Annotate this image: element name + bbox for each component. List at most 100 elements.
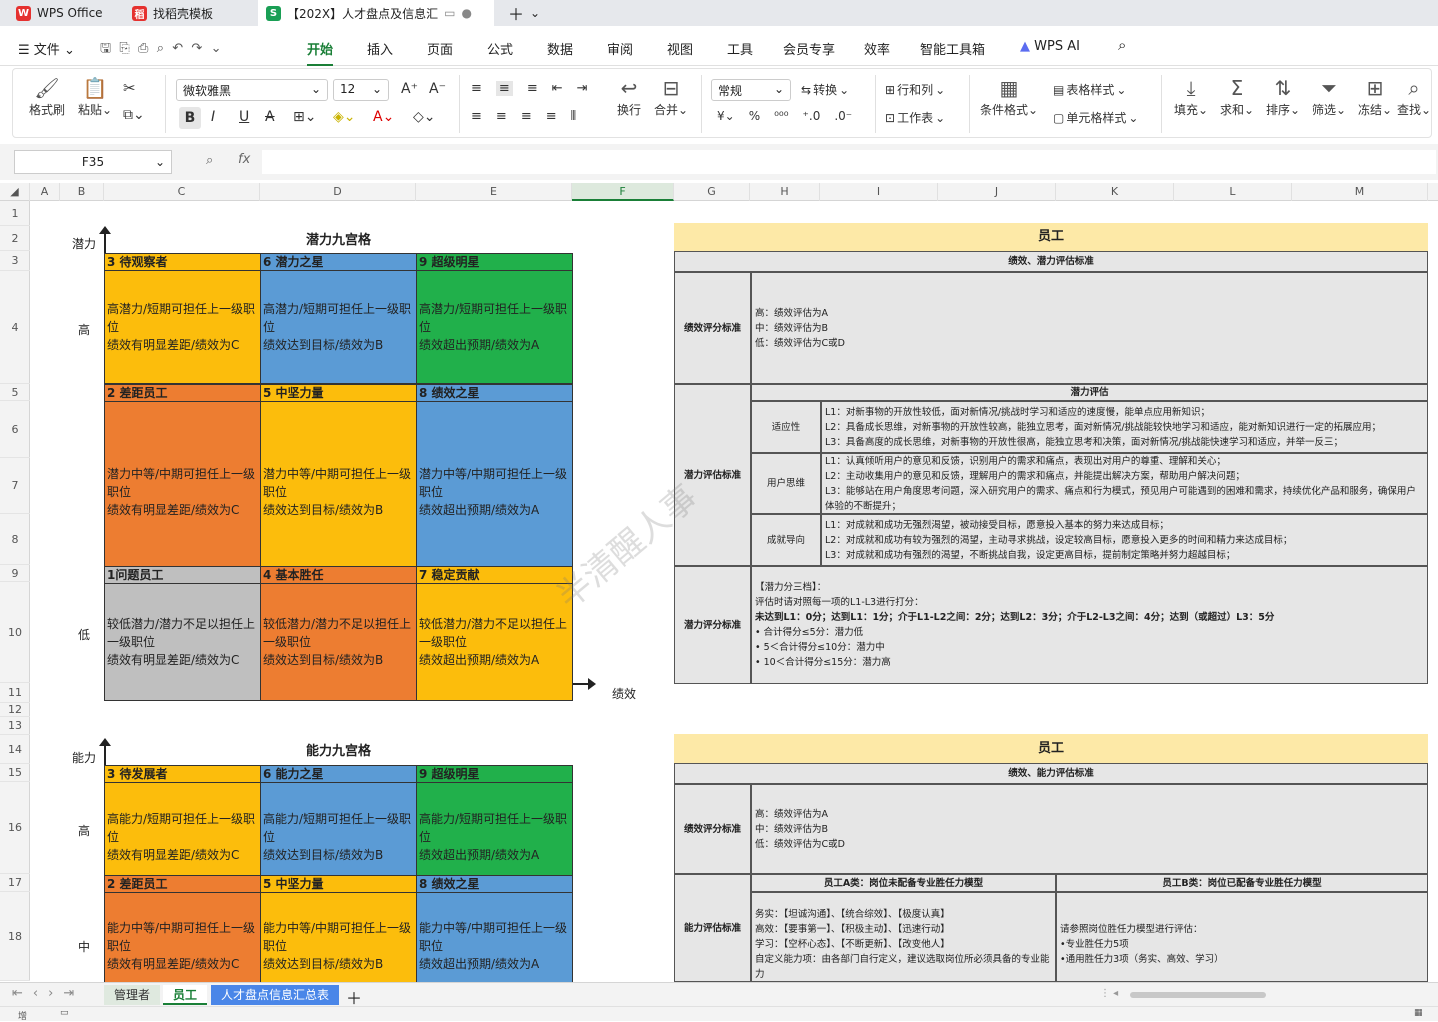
- increase-decimal-icon[interactable]: ⁺.0: [803, 109, 821, 123]
- sheet-tab-employees[interactable]: 员工: [163, 985, 208, 1005]
- zoom-icon[interactable]: ⌕: [206, 153, 213, 168]
- number-format-select[interactable]: 常规 ⌄: [711, 79, 791, 101]
- wrap-button[interactable]: ↩ 换行: [607, 75, 651, 118]
- clear-format-icon[interactable]: ◇⌄: [413, 109, 436, 125]
- row-header[interactable]: 10: [0, 582, 30, 683]
- row-header[interactable]: 16: [0, 782, 30, 874]
- sum-button[interactable]: Σ 求和⌄: [1215, 75, 1259, 118]
- italic-button[interactable]: I: [211, 109, 215, 125]
- currency-icon[interactable]: ¥⌄: [717, 109, 735, 123]
- align-center-icon[interactable]: ≡: [496, 109, 507, 124]
- menu-page[interactable]: 页面: [427, 39, 453, 58]
- conditional-format-button[interactable]: ▦ 条件格式⌄: [979, 75, 1039, 118]
- col-header-f[interactable]: F: [572, 183, 674, 201]
- chevron-down-icon[interactable]: ⌄: [211, 41, 222, 56]
- filter-button[interactable]: ⏷ 筛选⌄: [1307, 75, 1351, 118]
- row-header[interactable]: 5: [0, 384, 30, 401]
- row-header[interactable]: 9: [0, 565, 30, 582]
- row-header[interactable]: 17: [0, 874, 30, 892]
- col-header-h[interactable]: H: [750, 183, 820, 201]
- preview-icon[interactable]: ⌕: [157, 41, 164, 56]
- indent-increase-icon[interactable]: ⇥: [577, 81, 588, 96]
- percent-icon[interactable]: %: [749, 109, 760, 123]
- tab-spreadsheet[interactable]: S 【202X】人才盘点及信息汇 ▭ ●: [258, 0, 494, 26]
- layout-icon[interactable]: ▦: [1414, 1008, 1423, 1018]
- row-header[interactable]: 13: [0, 717, 30, 735]
- col-header-e[interactable]: E: [416, 183, 572, 201]
- fill-color-icon[interactable]: ◈⌄: [333, 109, 356, 125]
- menu-tools[interactable]: 工具: [727, 39, 753, 58]
- sort-button[interactable]: ⇅ 排序⌄: [1261, 75, 1305, 118]
- border-icon[interactable]: ⊞⌄: [293, 109, 316, 125]
- menu-formula[interactable]: 公式: [487, 39, 513, 58]
- format-painter-button[interactable]: 🖌 格式刷: [25, 75, 69, 118]
- col-header-i[interactable]: I: [820, 183, 938, 201]
- worksheet-button[interactable]: ⊡ 工作表 ⌄: [885, 109, 945, 126]
- prev-sheet-icon[interactable]: ‹: [33, 986, 48, 1001]
- align-left-icon[interactable]: ≡: [471, 109, 482, 124]
- menu-view[interactable]: 视图: [667, 39, 693, 58]
- row-header[interactable]: 8: [0, 514, 30, 565]
- fill-button[interactable]: ⤓ 填充⌄: [1169, 75, 1213, 118]
- font-size-select[interactable]: 12 ⌄: [333, 79, 389, 101]
- first-sheet-icon[interactable]: ⇤: [12, 986, 33, 1001]
- row-header[interactable]: 4: [0, 271, 30, 384]
- row-header[interactable]: 15: [0, 764, 30, 782]
- sheet-tab-managers[interactable]: 管理者: [104, 985, 161, 1005]
- align-bottom-icon[interactable]: ≡: [527, 81, 538, 96]
- col-header-c[interactable]: C: [104, 183, 260, 201]
- fx-icon[interactable]: fx: [238, 152, 250, 167]
- distribute-icon[interactable]: ⫴: [571, 109, 576, 124]
- row-header[interactable]: 7: [0, 458, 30, 514]
- cell-style-button[interactable]: ▢ 单元格样式 ⌄: [1053, 109, 1138, 126]
- convert-button[interactable]: ⇆ 转换 ⌄: [801, 81, 849, 98]
- menu-smart-toolbox[interactable]: 智能工具箱: [920, 39, 985, 58]
- col-header-b[interactable]: B: [60, 183, 104, 201]
- col-header-j[interactable]: J: [938, 183, 1056, 201]
- select-all-corner[interactable]: ◢: [0, 183, 30, 201]
- file-menu[interactable]: ☰ 文件 ⌄: [18, 39, 75, 58]
- col-header-k[interactable]: K: [1056, 183, 1174, 201]
- export-icon[interactable]: ⎘: [119, 41, 129, 56]
- row-header[interactable]: 12: [0, 703, 30, 717]
- justify-icon[interactable]: ≡: [546, 109, 557, 124]
- copy-icon[interactable]: ⧉⌄: [123, 107, 145, 123]
- hscroll-left-icon[interactable]: ⋮ ◂: [1100, 988, 1118, 999]
- redo-icon[interactable]: ↷: [191, 41, 202, 56]
- font-name-select[interactable]: 微软雅黑 ⌄: [176, 79, 328, 101]
- row-header[interactable]: 1: [0, 201, 30, 226]
- next-sheet-icon[interactable]: ›: [48, 986, 63, 1001]
- col-header-d[interactable]: D: [260, 183, 416, 201]
- row-header[interactable]: 14: [0, 735, 30, 764]
- menu-insert[interactable]: 插入: [367, 39, 393, 58]
- last-sheet-icon[interactable]: ⇥: [63, 986, 84, 1001]
- bold-button[interactable]: B: [179, 107, 201, 129]
- cut-icon[interactable]: ✂: [123, 79, 136, 97]
- print-icon[interactable]: ⎙: [138, 41, 148, 56]
- horizontal-scrollbar[interactable]: [1130, 992, 1266, 998]
- sheet-tab-summary[interactable]: 人才盘点信息汇总表: [211, 985, 340, 1005]
- save-icon[interactable]: 🖫: [100, 41, 111, 56]
- align-top-icon[interactable]: ≡: [471, 81, 482, 96]
- decrease-decimal-icon[interactable]: .0⁻: [834, 109, 852, 123]
- font-color-icon[interactable]: A⌄: [373, 109, 394, 125]
- increase-font-icon[interactable]: A⁺: [401, 81, 418, 97]
- row-header[interactable]: 2: [0, 226, 30, 251]
- menu-member[interactable]: 会员专享: [783, 39, 835, 58]
- search-icon[interactable]: ⌕: [1118, 36, 1126, 54]
- row-header[interactable]: 11: [0, 683, 30, 703]
- col-header-a[interactable]: A: [30, 183, 60, 201]
- name-box[interactable]: F35 ⌄: [14, 150, 172, 174]
- underline-button[interactable]: U: [239, 109, 249, 125]
- row-col-button[interactable]: ⊞ 行和列 ⌄: [885, 81, 945, 98]
- menu-wps-ai[interactable]: ▲ WPS AI: [1020, 39, 1080, 54]
- merge-button[interactable]: ⊟ 合并⌄: [649, 75, 693, 118]
- dot-icon[interactable]: ●: [461, 6, 471, 20]
- decrease-font-icon[interactable]: A⁻: [429, 81, 446, 97]
- row-header[interactable]: 18: [0, 892, 30, 981]
- row-header[interactable]: 3: [0, 251, 30, 271]
- tab-template[interactable]: 稻 找稻壳模板: [124, 0, 250, 26]
- menu-home[interactable]: 开始: [307, 39, 334, 66]
- menu-review[interactable]: 审阅: [607, 39, 633, 58]
- col-header-m[interactable]: M: [1292, 183, 1428, 201]
